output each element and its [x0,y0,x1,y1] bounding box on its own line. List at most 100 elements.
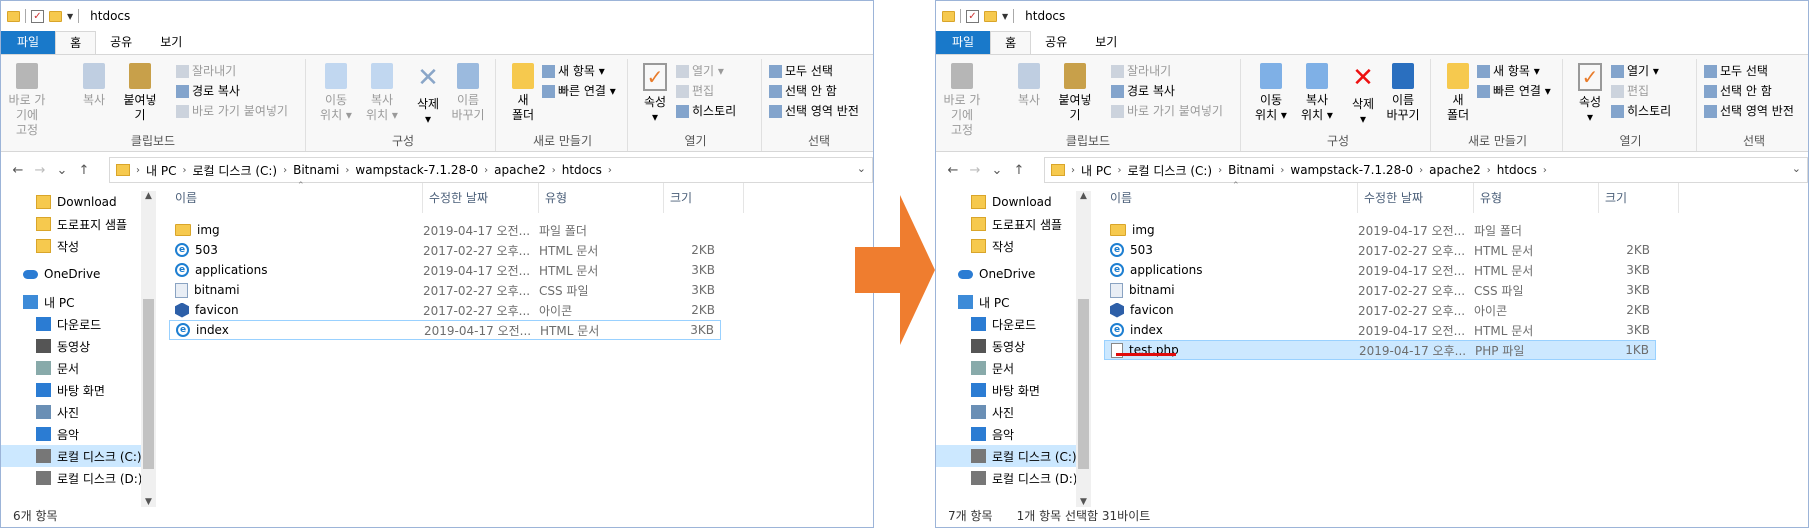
copy-button[interactable]: 복사 [1008,63,1050,108]
copy-to-button[interactable]: 복사 위치 ▾ [361,63,403,123]
nav-item-9[interactable]: 사진 [1,401,141,423]
recent-locations-icon[interactable]: ⌄ [51,163,73,178]
nav-item-12[interactable]: 로컬 디스크 (D:) [936,467,1076,489]
properties-quick-icon[interactable]: ✓ [31,9,44,23]
nav-item-11[interactable]: 로컬 디스크 (C:) [1,445,141,467]
select-none-button[interactable]: 선택 안 함 [769,81,837,101]
delete-button[interactable]: ✕ 삭제 ▾ [407,63,449,127]
breadcrumb-5[interactable]: htdocs [562,163,602,177]
rename-button[interactable]: 이름 바꾸기 [447,63,489,123]
customize-toolbar-icon[interactable]: ▼ [1002,12,1008,21]
move-to-button[interactable]: 이동 위치 ▾ [315,63,357,123]
file-row[interactable]: e index 2019-04-17 오전... HTML 문서 3KB [1104,320,1656,340]
copy-to-button[interactable]: 복사 위치 ▾ [1296,63,1338,123]
column-type[interactable]: 유형 [539,183,664,213]
breadcrumb-0[interactable]: 내 PC [1081,162,1111,179]
open-button[interactable]: 열기 ▾ [1611,61,1659,81]
tab-file[interactable]: 파일 [936,31,991,54]
scroll-thumb[interactable] [1078,299,1089,469]
scroll-up-icon[interactable]: ▲ [141,191,156,201]
nav-item-11[interactable]: 로컬 디스크 (C:) [936,445,1076,467]
nav-item-2[interactable]: 작성 [936,235,1076,257]
nav-item-2[interactable]: 작성 [1,235,141,257]
select-all-button[interactable]: 모두 선택 [1704,61,1768,81]
nav-item-10[interactable]: 음악 [936,423,1076,445]
file-row[interactable]: img 2019-04-17 오전... 파일 폴더 [169,220,721,240]
column-name[interactable]: 이름 [169,183,423,213]
new-folder-quick-icon[interactable] [49,10,62,22]
nav-item-5[interactable]: 다운로드 [1,313,141,335]
file-row[interactable]: e applications 2019-04-17 오전... HTML 문서 3KB [169,260,721,280]
open-button[interactable]: 열기 ▾ [676,61,724,81]
pin-to-quick-access-button[interactable]: 바로 가기에 고정 [941,63,983,138]
nav-scrollbar[interactable]: ▲ ▼ [141,191,156,507]
properties-button[interactable]: ✓ 속성 ▾ [634,63,676,125]
forward-icon[interactable]: → [29,163,51,178]
breadcrumb-2[interactable]: Bitnami [1228,163,1274,177]
paste-button[interactable]: 붙여넣기 [119,63,161,123]
file-row[interactable]: e 503 2017-02-27 오후... HTML 문서 2KB [1104,240,1656,260]
scroll-down-icon[interactable]: ▼ [1076,497,1091,507]
nav-item-0[interactable]: Download [936,191,1076,213]
nav-item-3[interactable]: OneDrive [1,263,141,285]
tab-view[interactable]: 보기 [1081,31,1131,54]
address-bar[interactable]: › 내 PC › 로컬 디스크 (C:) › Bitnami › wampstack-7.1.… [1044,157,1808,183]
breadcrumb-1[interactable]: 로컬 디스크 (C:) [1127,162,1212,179]
tab-home[interactable]: 홈 [990,31,1032,54]
breadcrumb-2[interactable]: Bitnami [293,163,339,177]
copy-button[interactable]: 복사 [73,63,115,108]
cut-button[interactable]: 잘라내기 [1111,61,1171,81]
forward-icon[interactable]: → [964,163,986,178]
file-row[interactable]: bitnami 2017-02-27 오후... CSS 파일 3KB [169,280,721,300]
column-size[interactable]: 크기 [664,183,744,213]
tab-share[interactable]: 공유 [96,31,146,54]
move-to-button[interactable]: 이동 위치 ▾ [1250,63,1292,123]
file-row[interactable]: img 2019-04-17 오전... 파일 폴더 [1104,220,1656,240]
new-folder-button[interactable]: 새 폴더 [1437,63,1479,123]
nav-item-1[interactable]: 도로표지 샘플 [1,213,141,235]
breadcrumb-4[interactable]: apache2 [1429,163,1481,177]
tab-file[interactable]: 파일 [1,31,56,54]
select-all-button[interactable]: 모두 선택 [769,61,833,81]
easy-access-button[interactable]: 빠른 연결 ▾ [542,81,616,101]
column-type[interactable]: 유형 [1474,183,1599,213]
file-row[interactable]: e applications 2019-04-17 오전... HTML 문서 3KB [1104,260,1656,280]
history-button[interactable]: 히스토리 [1611,101,1671,121]
nav-item-4[interactable]: 내 PC [1,291,141,313]
breadcrumb-3[interactable]: wampstack-7.1.28-0 [1290,163,1413,177]
file-row[interactable]: e index 2019-04-17 오전... HTML 문서 3KB [169,320,721,340]
copy-path-button[interactable]: 경로 복사 [176,81,240,101]
nav-item-0[interactable]: Download [1,191,141,213]
column-date[interactable]: 수정한 날짜 [1358,183,1474,213]
copy-path-button[interactable]: 경로 복사 [1111,81,1175,101]
up-icon[interactable]: ↑ [73,163,95,178]
column-size[interactable]: 크기 [1599,183,1679,213]
address-bar[interactable]: › 내 PC › 로컬 디스크 (C:) › Bitnami › wampstack-7.1.… [109,157,873,183]
pin-to-quick-access-button[interactable]: 바로 가기에 고정 [6,63,48,138]
nav-item-4[interactable]: 내 PC [936,291,1076,313]
properties-quick-icon[interactable]: ✓ [966,9,979,23]
up-icon[interactable]: ↑ [1008,163,1030,178]
scroll-thumb[interactable] [143,299,154,469]
breadcrumb-3[interactable]: wampstack-7.1.28-0 [355,163,478,177]
scroll-up-icon[interactable]: ▲ [1076,191,1091,201]
tab-home[interactable]: 홈 [55,31,97,54]
nav-item-7[interactable]: 문서 [1,357,141,379]
file-row[interactable]: favicon 2017-02-27 오후... 아이콘 2KB [169,300,721,320]
file-row[interactable]: favicon 2017-02-27 오후... 아이콘 2KB [1104,300,1656,320]
customize-toolbar-icon[interactable]: ▼ [67,12,73,21]
nav-scrollbar[interactable]: ▲ ▼ [1076,191,1091,507]
back-icon[interactable]: ← [7,163,29,178]
breadcrumb-4[interactable]: apache2 [494,163,546,177]
nav-item-10[interactable]: 음악 [1,423,141,445]
tab-share[interactable]: 공유 [1031,31,1081,54]
invert-selection-button[interactable]: 선택 영역 반전 [1704,101,1794,121]
nav-item-12[interactable]: 로컬 디스크 (D:) [1,467,141,489]
nav-item-6[interactable]: 동영상 [936,335,1076,357]
nav-item-8[interactable]: 바탕 화면 [1,379,141,401]
cut-button[interactable]: 잘라내기 [176,61,236,81]
history-button[interactable]: 히스토리 [676,101,736,121]
rename-button[interactable]: 이름 바꾸기 [1382,63,1424,123]
nav-item-5[interactable]: 다운로드 [936,313,1076,335]
nav-item-9[interactable]: 사진 [936,401,1076,423]
